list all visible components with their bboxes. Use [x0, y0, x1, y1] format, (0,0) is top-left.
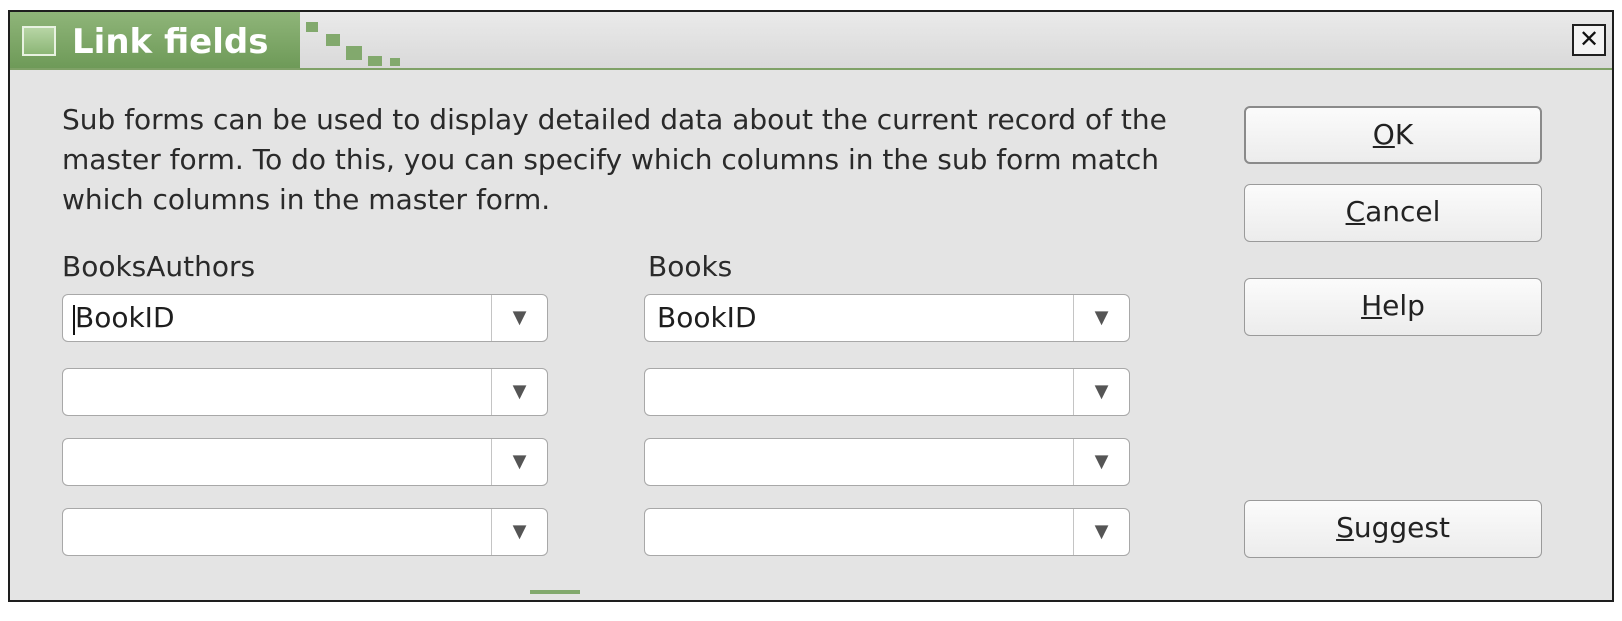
- masterform-field-combo-4[interactable]: ▼: [644, 508, 1130, 556]
- title-decoration: [346, 46, 362, 60]
- subform-field-combo-4[interactable]: ▼: [62, 508, 548, 556]
- subform-field-combo-1[interactable]: BookID ▼: [62, 294, 548, 342]
- ok-mnemonic: O: [1372, 118, 1395, 151]
- help-mnemonic: H: [1361, 289, 1383, 322]
- title-tab: Link fields: [10, 12, 300, 68]
- title-decoration: [326, 34, 340, 46]
- subform-field-value: BookID: [75, 301, 175, 334]
- suggest-mnemonic: S: [1336, 511, 1354, 544]
- chevron-down-icon[interactable]: ▼: [1073, 509, 1129, 555]
- help-label: elp: [1382, 289, 1425, 322]
- subform-label: BooksAuthors: [62, 250, 256, 283]
- suggest-label: uggest: [1353, 511, 1450, 544]
- masterform-field-combo-1[interactable]: BookID ▼: [644, 294, 1130, 342]
- chevron-down-icon[interactable]: ▼: [1073, 295, 1129, 341]
- masterform-field-combo-2[interactable]: ▼: [644, 368, 1130, 416]
- subform-field-combo-3[interactable]: ▼: [62, 438, 548, 486]
- bottom-decoration: [530, 590, 580, 594]
- cancel-mnemonic: C: [1345, 195, 1366, 228]
- help-button[interactable]: Help: [1244, 278, 1542, 336]
- chevron-down-icon[interactable]: ▼: [491, 439, 547, 485]
- title-decoration: [390, 58, 400, 66]
- title-decoration: [306, 22, 318, 32]
- title-decoration: [368, 56, 382, 66]
- ok-button[interactable]: OK: [1244, 106, 1542, 164]
- chevron-down-icon[interactable]: ▼: [491, 369, 547, 415]
- chevron-down-icon[interactable]: ▼: [1073, 369, 1129, 415]
- masterform-field-combo-3[interactable]: ▼: [644, 438, 1130, 486]
- window-menu-icon[interactable]: [22, 26, 56, 56]
- window-title: Link fields: [72, 22, 269, 62]
- chevron-down-icon[interactable]: ▼: [1073, 439, 1129, 485]
- dialog-description: Sub forms can be used to display detaile…: [62, 103, 1167, 216]
- ok-label: K: [1394, 118, 1414, 151]
- subform-field-combo-2[interactable]: ▼: [62, 368, 548, 416]
- suggest-button[interactable]: Suggest: [1244, 500, 1542, 558]
- title-bar[interactable]: Link fields ✕: [10, 12, 1612, 70]
- masterform-field-value: BookID: [657, 301, 757, 334]
- chevron-down-icon[interactable]: ▼: [491, 509, 547, 555]
- chevron-down-icon[interactable]: ▼: [491, 295, 547, 341]
- link-fields-dialog: Link fields ✕ Sub forms can be used to d…: [8, 10, 1614, 602]
- cancel-button[interactable]: Cancel: [1244, 184, 1542, 242]
- close-icon[interactable]: ✕: [1572, 24, 1606, 56]
- masterform-label: Books: [648, 250, 733, 283]
- cancel-label: ancel: [1365, 195, 1441, 228]
